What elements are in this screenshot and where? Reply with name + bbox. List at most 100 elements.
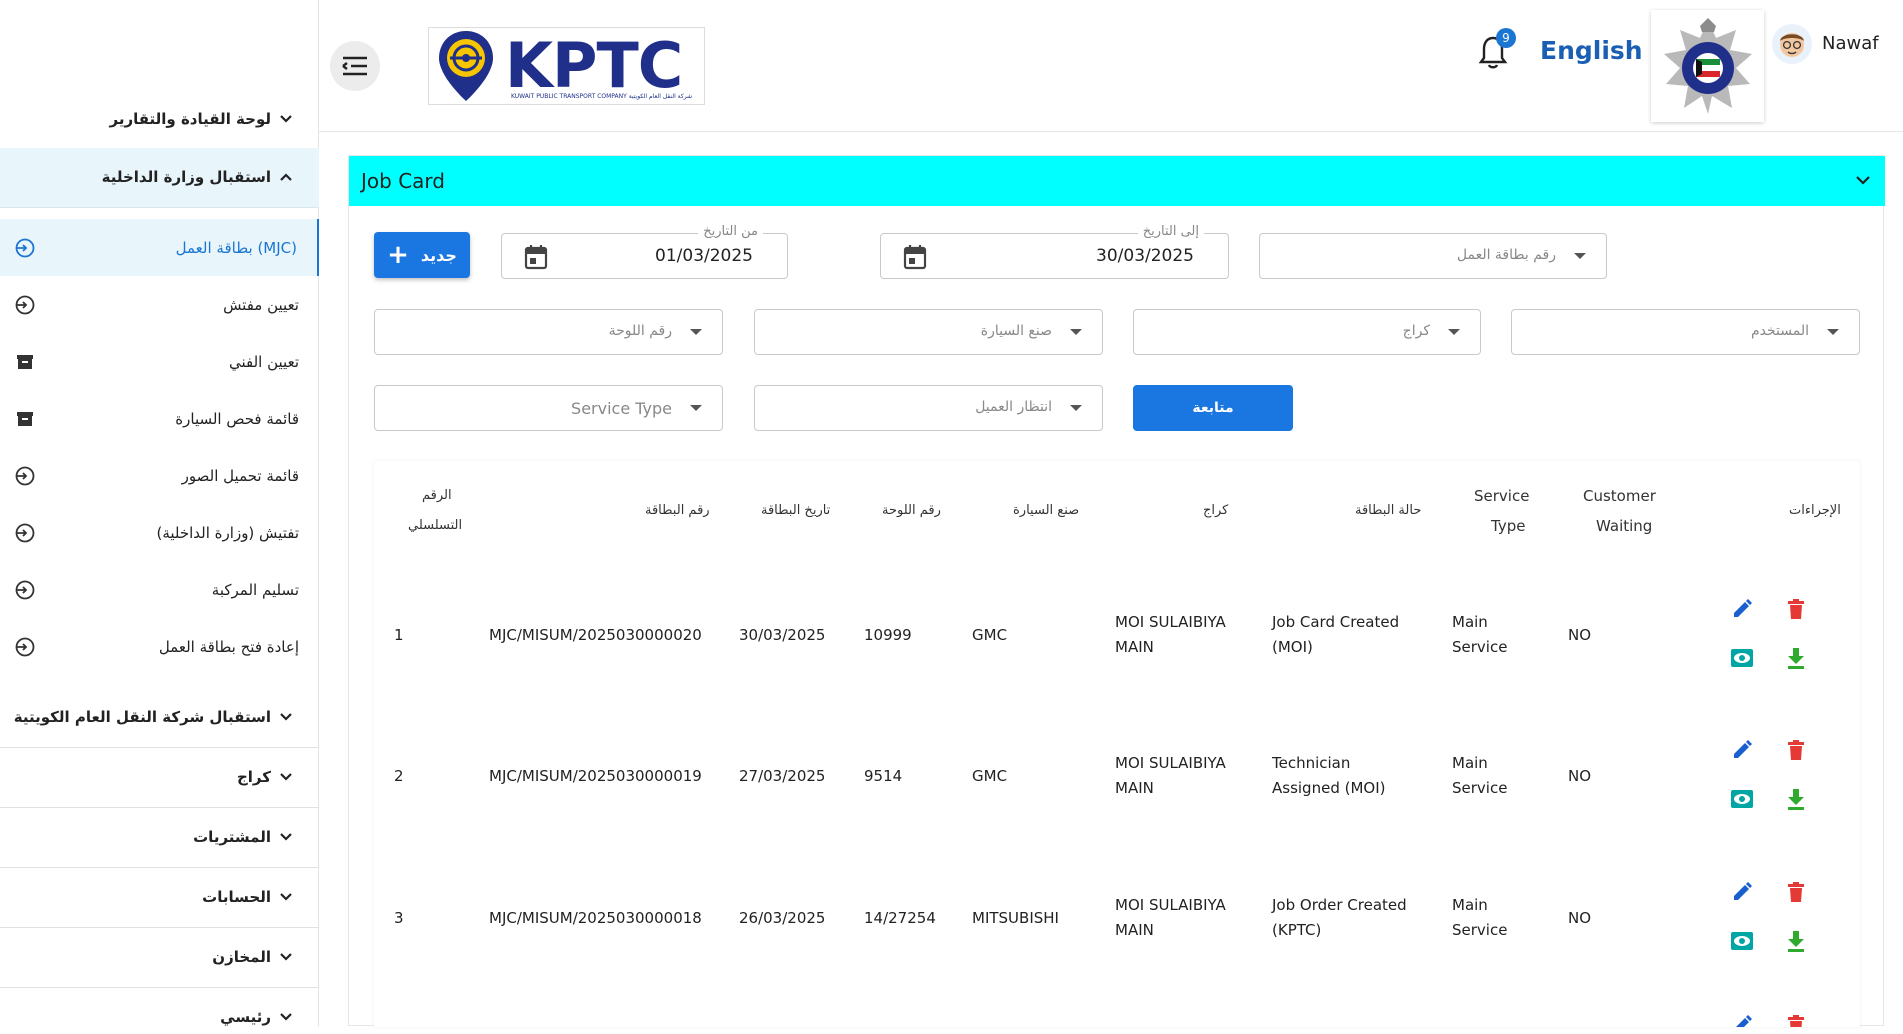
cell-service-line2: Service: [1452, 638, 1508, 656]
sidebar-item-moi-inspection[interactable]: تفتيش (وزارة الداخلية): [0, 504, 319, 561]
cell-card-date: 27/03/2025: [739, 767, 826, 785]
logo-subtext: KUWAIT PUBLIC TRANSPORT COMPANY شركة الن…: [511, 93, 693, 100]
sidebar-item-label: تعيين مفتش: [223, 295, 299, 314]
cell-service-line1: Main: [1452, 754, 1488, 772]
sidebar-group-accounts[interactable]: الحسابات: [0, 880, 319, 914]
new-job-card-button[interactable]: + جديد: [374, 232, 470, 278]
chevron-down-icon: [280, 893, 292, 901]
edit-icon[interactable]: [1729, 596, 1755, 622]
calendar-icon[interactable]: [903, 244, 927, 270]
cell-car-make: MITSUBISHI: [972, 909, 1059, 927]
card-header[interactable]: Job Card: [349, 156, 1885, 206]
cell-status-line1: Technician: [1272, 754, 1351, 772]
sidebar-item-reopen-job-card[interactable]: إعادة فتح بطاقة العمل: [0, 618, 319, 675]
delete-icon[interactable]: [1783, 737, 1809, 763]
location-pin-icon: [439, 31, 493, 101]
cell-status-line1: Job Card Created: [1272, 613, 1400, 631]
sidebar-group-label: لوحة القيادة والتقارير: [109, 110, 271, 128]
to-date-field[interactable]: إلى التاريخ 30/03/2025: [880, 224, 1229, 279]
chevron-down-icon[interactable]: [1855, 172, 1871, 188]
view-icon[interactable]: [1729, 928, 1755, 954]
archive-icon: [14, 351, 36, 373]
sidebar-group-kptc-reception[interactable]: استقبال شركة النقل العام الكويتية: [0, 700, 319, 734]
sidebar-group-main[interactable]: رئيسي: [0, 1000, 319, 1034]
cell-plate-number: 14/27254: [864, 909, 936, 927]
divider: [0, 807, 319, 808]
download-icon[interactable]: [1783, 645, 1809, 671]
cell-customer-waiting: NO: [1568, 626, 1592, 644]
sidebar-item-label: قائمة تحميل الصور: [181, 466, 299, 485]
avatar[interactable]: [1772, 24, 1812, 64]
download-icon[interactable]: [1783, 928, 1809, 954]
continue-button[interactable]: متابعة: [1133, 385, 1293, 431]
divider: [0, 927, 319, 928]
cell-service-line1: Main: [1452, 896, 1488, 914]
delete-icon[interactable]: [1783, 879, 1809, 905]
menu-toggle-button[interactable]: [330, 41, 380, 91]
plate-number-select[interactable]: رقم اللوحة: [374, 309, 723, 355]
user-name[interactable]: Nawaf: [1822, 33, 1879, 54]
job-card-number-placeholder: رقم بطاقة العمل: [1456, 247, 1556, 263]
cell-car-make: GMC: [972, 626, 1008, 644]
job-card-table: الرقم التسلسلي رقم البطاقة تاريخ البطاقة…: [374, 461, 1860, 1027]
view-icon[interactable]: [1729, 786, 1755, 812]
cell-garage-line1: MOI SULAIBIYA: [1115, 754, 1226, 772]
sidebar-group-stores[interactable]: المخازن: [0, 940, 319, 974]
cell-garage-line2: MAIN: [1115, 638, 1154, 656]
customer-waiting-placeholder: انتظار العميل: [975, 399, 1052, 415]
service-type-select[interactable]: Service Type: [374, 385, 723, 431]
cell-plate-number: 10999: [864, 626, 912, 644]
edit-icon[interactable]: [1729, 1014, 1755, 1027]
delete-icon[interactable]: [1783, 1014, 1809, 1027]
divider: [0, 747, 319, 748]
sidebar-item-label: تفتيش (وزارة الداخلية): [156, 523, 299, 542]
customer-waiting-select[interactable]: انتظار العميل: [754, 385, 1103, 431]
sidebar-item-label: تسليم المركبة: [211, 580, 299, 599]
header-plate-number: رقم اللوحة: [882, 503, 941, 518]
login-icon: [14, 522, 36, 544]
sidebar-group-purchases[interactable]: المشتريات: [0, 820, 319, 854]
sidebar-group-garage[interactable]: كراج: [0, 760, 319, 794]
from-date-field[interactable]: من التاريخ 01/03/2025: [501, 224, 788, 279]
delete-icon[interactable]: [1783, 596, 1809, 622]
cell-card-date: 26/03/2025: [739, 909, 826, 927]
cell-service-line1: Main: [1452, 613, 1488, 631]
user-select[interactable]: المستخدم: [1511, 309, 1860, 355]
view-icon[interactable]: [1729, 645, 1755, 671]
sidebar-group-dashboard[interactable]: لوحة القيادة والتقارير: [0, 102, 319, 136]
sidebar-item-vehicle-delivery[interactable]: تسليم المركبة: [0, 561, 319, 618]
download-icon[interactable]: [1783, 786, 1809, 812]
cell-serial: 2: [394, 767, 404, 785]
job-card-number-select[interactable]: رقم بطاقة العمل: [1259, 233, 1607, 279]
sidebar-item-vehicle-checklist[interactable]: قائمة فحص السيارة: [0, 390, 319, 447]
sidebar-item-assign-technician[interactable]: تعيين الفني: [0, 333, 319, 390]
sidebar-item-label: إعادة فتح بطاقة العمل: [158, 637, 299, 656]
header-serial-line1: الرقم: [422, 488, 452, 503]
header-service-type-line2: Type: [1491, 517, 1526, 535]
cell-status-line2: (MOI): [1272, 638, 1313, 656]
calendar-icon[interactable]: [524, 244, 548, 270]
cell-status-line1: Job Order Created: [1272, 896, 1407, 914]
sidebar-group-moi-reception[interactable]: استقبال وزارة الداخلية: [0, 160, 319, 194]
police-badge-icon: [1663, 18, 1752, 114]
cell-garage-line1: MOI SULAIBIYA: [1115, 613, 1226, 631]
language-switch[interactable]: English: [1540, 36, 1643, 65]
garage-select[interactable]: كراج: [1133, 309, 1481, 355]
chevron-down-icon: [280, 773, 292, 781]
cell-car-make: GMC: [972, 767, 1008, 785]
cell-status-line2: Assigned (MOI): [1272, 779, 1386, 797]
sidebar-group-label: رئيسي: [220, 1008, 271, 1026]
sidebar-item-job-card[interactable]: بطاقة العمل (MJC): [0, 219, 319, 276]
cell-customer-waiting: NO: [1568, 767, 1592, 785]
cell-service-line2: Service: [1452, 779, 1508, 797]
police-emblem: [1651, 10, 1764, 122]
edit-icon[interactable]: [1729, 879, 1755, 905]
car-make-select[interactable]: صنع السيارة: [754, 309, 1103, 355]
login-icon: [14, 465, 36, 487]
cell-card-date: 30/03/2025: [739, 626, 826, 644]
sidebar-item-assign-inspector[interactable]: تعيين مفتش: [0, 276, 319, 333]
sidebar-item-photo-upload[interactable]: قائمة تحميل الصور: [0, 447, 319, 504]
login-icon: [14, 636, 36, 658]
sidebar-group-label: المشتريات: [193, 828, 271, 846]
edit-icon[interactable]: [1729, 737, 1755, 763]
